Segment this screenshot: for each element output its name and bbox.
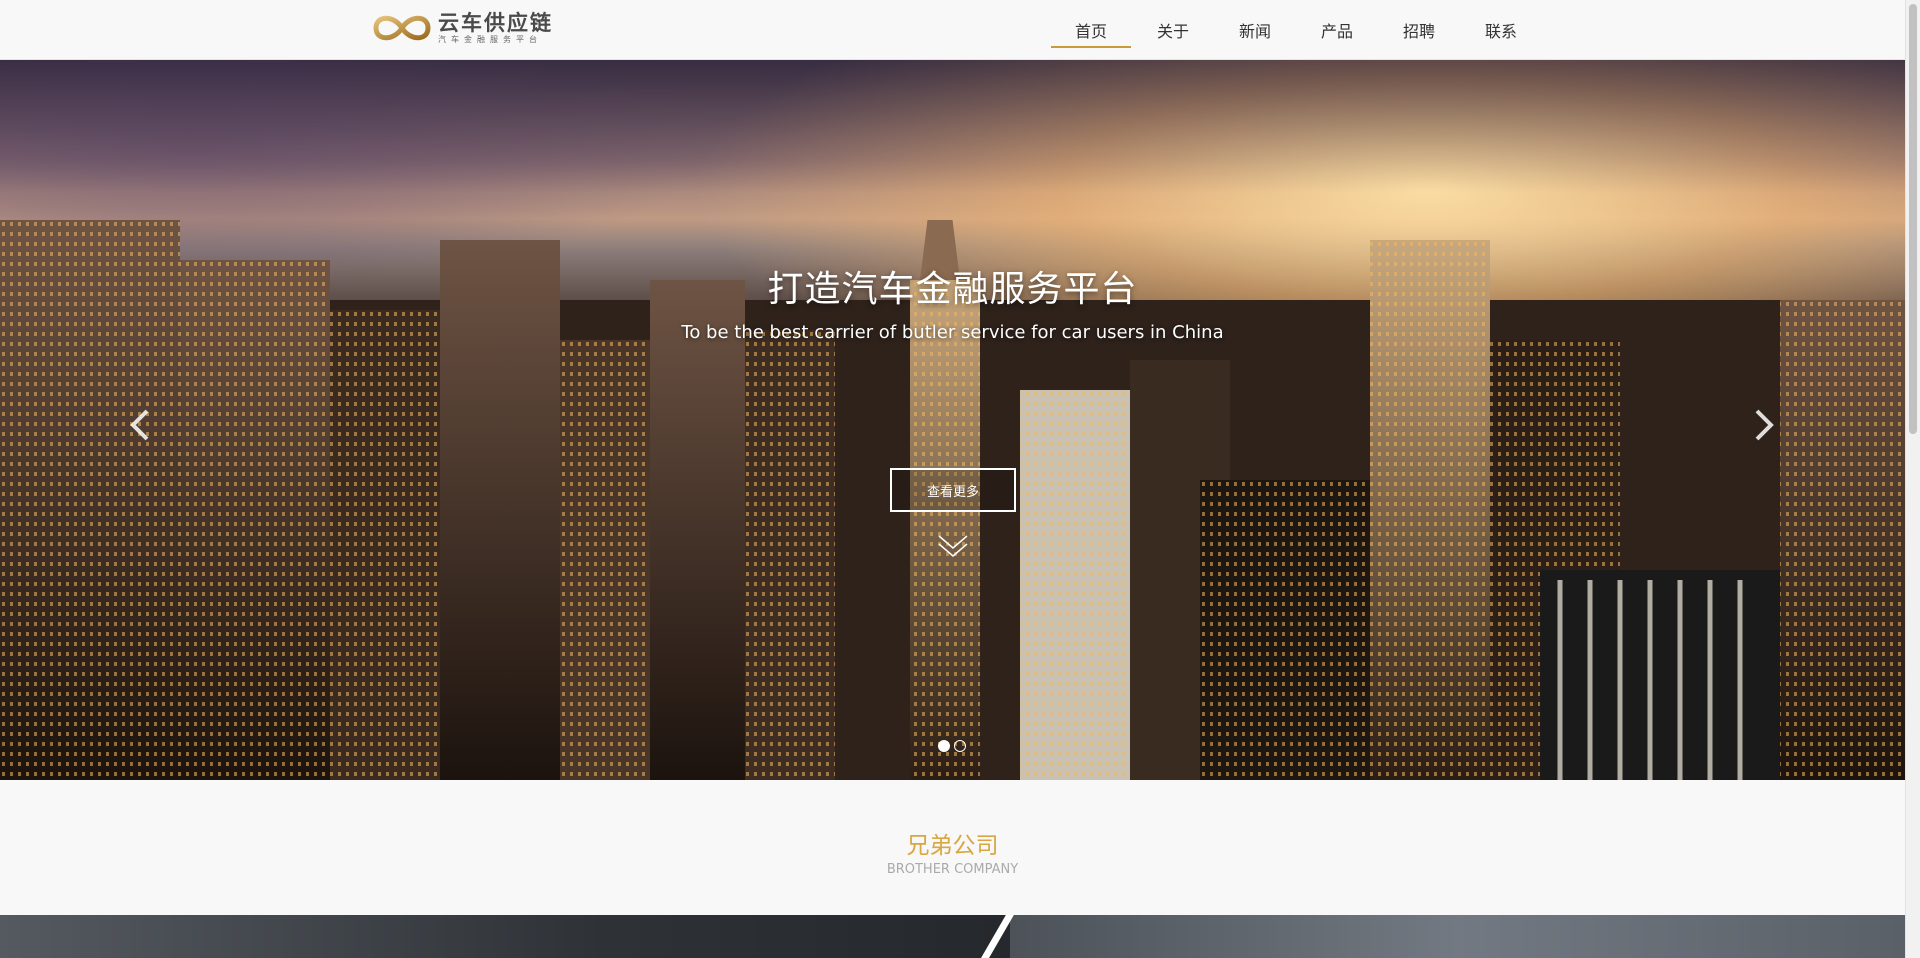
carousel-next-button[interactable] xyxy=(1744,400,1784,450)
site-header: 云车供应链 汽车金融服务平台 首页 关于 新闻 产品 招聘 联系 xyxy=(0,0,1905,60)
section-title: 兄弟公司 xyxy=(906,833,999,859)
logo[interactable]: 云车供应链 汽车金融服务平台 xyxy=(370,8,553,48)
section-subtitle: BROTHER COMPANY xyxy=(886,862,1019,877)
view-more-button[interactable]: 查看更多 xyxy=(890,468,1016,512)
hero-carousel: 打造汽车金融服务平台 To be the best carrier of but… xyxy=(0,60,1905,780)
chevron-left-icon xyxy=(130,409,149,441)
carousel-dot-1[interactable] xyxy=(938,740,950,752)
nav-item-home[interactable]: 首页 xyxy=(1050,0,1132,60)
logo-infinity-icon xyxy=(373,15,431,41)
carousel-prev-button[interactable] xyxy=(120,400,160,450)
hero-subtitle: To be the best carrier of butler service… xyxy=(681,322,1224,343)
brand-name: 云车供应链 xyxy=(438,11,553,35)
scrollbar-thumb[interactable] xyxy=(1909,4,1917,434)
carousel-indicators xyxy=(938,740,966,752)
hero-title: 打造汽车金融服务平台 xyxy=(767,269,1138,310)
brother-company-banner xyxy=(0,915,1905,958)
nav-item-news[interactable]: 新闻 xyxy=(1214,0,1296,60)
brand-tagline: 汽车金融服务平台 xyxy=(438,35,542,44)
scroll-down-chevron-icon[interactable] xyxy=(937,534,969,558)
brother-company-section: 兄弟公司 BROTHER COMPANY xyxy=(0,780,1905,915)
banner-image-left[interactable] xyxy=(0,915,1010,958)
nav-item-careers[interactable]: 招聘 xyxy=(1378,0,1460,60)
nav-item-about[interactable]: 关于 xyxy=(1132,0,1214,60)
nav-item-contact[interactable]: 联系 xyxy=(1460,0,1542,60)
page-scrollbar[interactable] xyxy=(1905,0,1920,958)
main-nav: 首页 关于 新闻 产品 招聘 联系 xyxy=(1050,0,1542,60)
chevron-right-icon xyxy=(1755,409,1774,441)
carousel-dot-2[interactable] xyxy=(954,740,966,752)
banner-image-right[interactable] xyxy=(1010,915,1905,958)
nav-item-products[interactable]: 产品 xyxy=(1296,0,1378,60)
